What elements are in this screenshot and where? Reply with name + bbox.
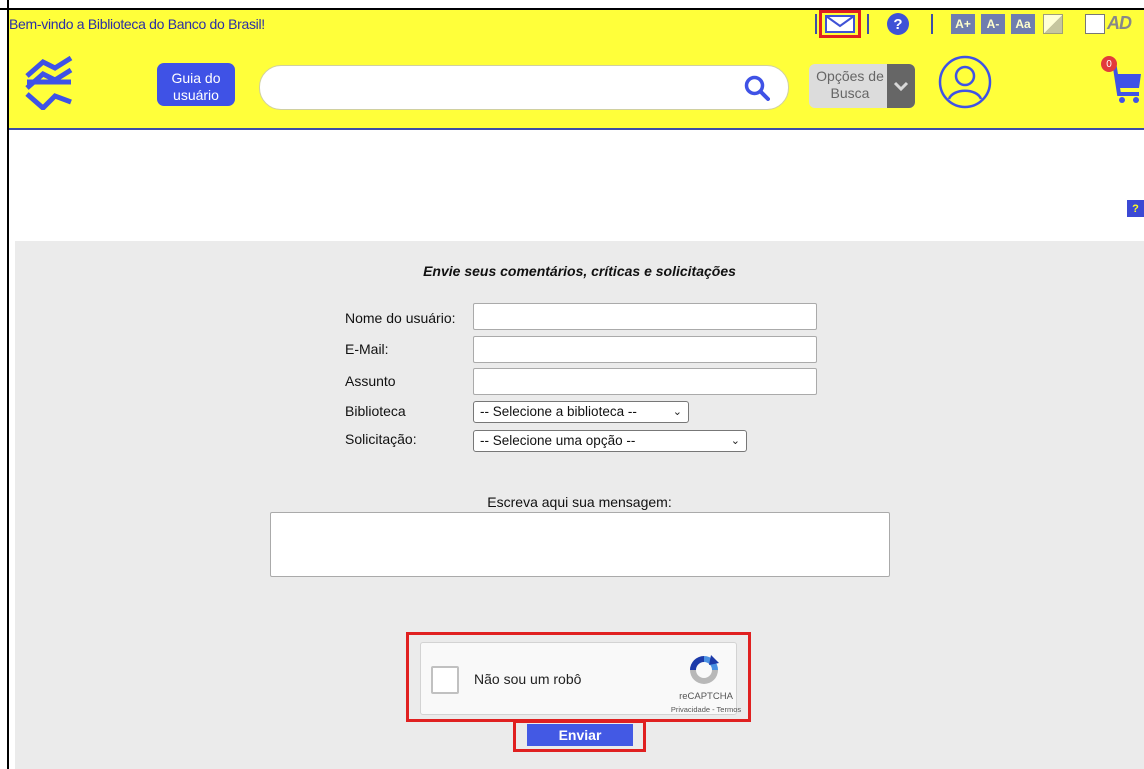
user-account-icon[interactable]: [937, 54, 993, 110]
name-label: Nome do usuário:: [345, 310, 456, 326]
chevron-down-icon: [887, 64, 915, 108]
library-select-value: -- Selecione a biblioteca --: [480, 404, 637, 419]
request-select-value: -- Selecione uma opção --: [480, 433, 636, 448]
welcome-text: Bem-vindo a Biblioteca do Banco do Brasi…: [9, 16, 265, 32]
chevron-down-icon: ⌄: [672, 406, 682, 418]
toolbar-separator: [815, 14, 817, 34]
mail-icon: [825, 15, 855, 33]
site-header: Bem-vindo a Biblioteca do Banco do Brasi…: [9, 10, 1144, 130]
message-textarea[interactable]: [270, 512, 890, 577]
banco-do-brasil-logo[interactable]: [21, 54, 77, 110]
contact-mail-button[interactable]: [819, 10, 861, 38]
recaptcha-checkbox[interactable]: [431, 666, 459, 694]
chevron-down-icon: ⌄: [730, 435, 740, 447]
toolbar-separator: [931, 14, 933, 34]
font-decrease-button[interactable]: A-: [981, 14, 1005, 34]
subject-label: Assunto: [345, 373, 396, 389]
contrast-toggle-button[interactable]: [1043, 14, 1063, 34]
request-label: Solicitação:: [345, 431, 417, 447]
recaptcha-icon: [690, 655, 719, 684]
search-options-dropdown[interactable]: Opções de Busca: [809, 64, 915, 108]
search-input[interactable]: [280, 76, 720, 100]
subject-field[interactable]: [473, 368, 817, 395]
library-select[interactable]: -- Selecione a biblioteca -- ⌄: [473, 401, 689, 423]
cart-count-badge: 0: [1101, 56, 1117, 72]
recaptcha-links[interactable]: Privacidade - Termos: [651, 705, 761, 714]
accessibility-checkbox[interactable]: [1085, 14, 1105, 34]
search-bar: [259, 65, 789, 110]
recaptcha-brand: reCAPTCHA: [679, 691, 733, 702]
toolbar-separator: [867, 14, 869, 34]
font-increase-button[interactable]: A+: [951, 14, 975, 34]
request-select[interactable]: -- Selecione uma opção -- ⌄: [473, 430, 747, 452]
help-icon[interactable]: ?: [887, 13, 909, 35]
form-title: Envie seus comentários, críticas e solic…: [423, 263, 736, 279]
message-label: Escreva aqui sua mensagem:: [487, 494, 672, 510]
audio-description-logo[interactable]: AD: [1107, 13, 1132, 34]
library-label: Biblioteca: [345, 403, 406, 419]
font-reset-button[interactable]: Aa: [1011, 14, 1035, 34]
feedback-form: Envie seus comentários, críticas e solic…: [15, 241, 1144, 769]
email-field[interactable]: [473, 336, 817, 363]
user-guide-button[interactable]: Guia do usuário: [157, 63, 235, 106]
search-options-label: Opções de Busca: [816, 68, 884, 101]
shopping-cart[interactable]: 0: [1101, 56, 1144, 106]
search-icon[interactable]: [744, 75, 770, 101]
recaptcha-label: Não sou um robô: [474, 671, 582, 687]
submit-button[interactable]: Enviar: [527, 724, 633, 746]
side-help-icon[interactable]: ?: [1127, 200, 1144, 217]
recaptcha-widget: Não sou um robô reCAPTCHA Privacidade - …: [420, 642, 741, 715]
email-label: E-Mail:: [345, 341, 389, 357]
name-field[interactable]: [473, 303, 817, 330]
